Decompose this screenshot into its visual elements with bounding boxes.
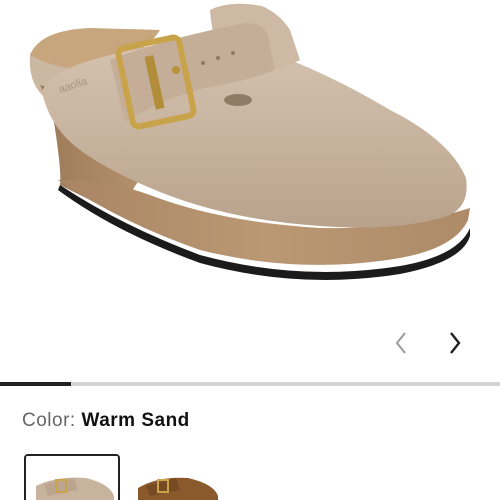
product-image-gallery: aaolia (0, 0, 500, 380)
image-progress-bar (0, 382, 500, 386)
swatch-warm-sand-image (26, 456, 118, 500)
swatch-brown-image (132, 454, 228, 500)
swatch-brown[interactable] (132, 454, 228, 500)
swatch-warm-sand[interactable] (24, 454, 120, 500)
product-image[interactable]: aaolia (0, 0, 500, 330)
image-progress-fill (0, 382, 72, 386)
strap-cutout (224, 94, 252, 106)
previous-image-button[interactable] (384, 326, 418, 360)
color-swatches (22, 454, 500, 500)
next-image-button[interactable] (438, 326, 472, 360)
color-label: Color: (22, 410, 76, 431)
color-selection: Color: Warm Sand (22, 410, 190, 432)
color-value: Warm Sand (81, 410, 190, 431)
chevron-right-icon (450, 332, 461, 354)
chevron-left-icon (395, 332, 406, 354)
